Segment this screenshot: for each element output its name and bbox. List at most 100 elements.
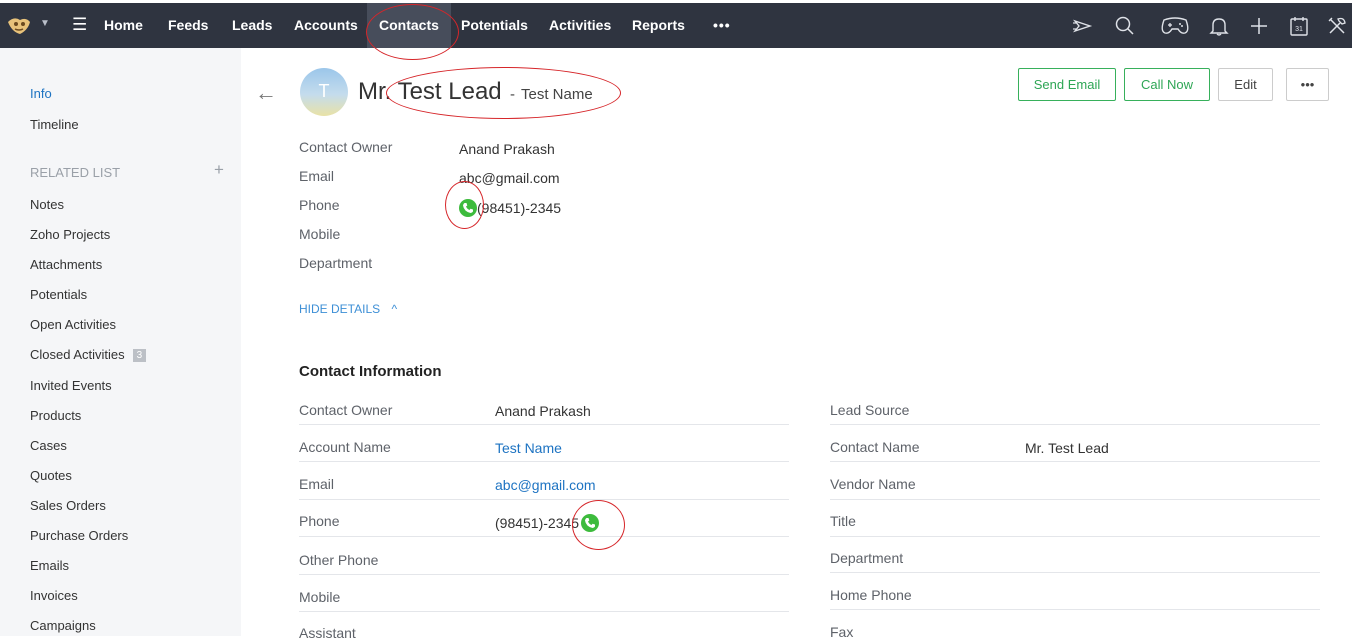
summary-label-contact-owner: Contact Owner <box>299 139 393 155</box>
record-account: - Test Name <box>510 86 593 103</box>
row-divider <box>299 499 789 500</box>
info-value-contact-name: Mr. Test Lead <box>1025 440 1109 456</box>
info-label-title: Title <box>830 513 856 529</box>
summary-label-mobile: Mobile <box>299 226 341 242</box>
chevron-down-icon[interactable]: ▼ <box>40 18 50 29</box>
sidebar-item-timeline[interactable]: Timeline <box>30 117 79 132</box>
row-divider <box>830 424 1320 425</box>
info-label-other-phone: Other Phone <box>299 552 379 568</box>
sidebar-item-emails[interactable]: Emails <box>30 558 69 573</box>
separator: - <box>510 86 515 103</box>
info-label-department: Department <box>830 550 904 566</box>
nav-more-button[interactable]: ••• <box>713 3 731 48</box>
nav-tab-potentials[interactable]: Potentials <box>461 3 528 48</box>
sidebar-item-label: Closed Activities <box>30 347 125 362</box>
sidebar-item-invoices[interactable]: Invoices <box>30 588 78 603</box>
row-divider <box>830 609 1320 610</box>
row-divider <box>299 461 789 462</box>
nav-tab-home[interactable]: Home <box>104 3 143 48</box>
sidebar-item-quotes[interactable]: Quotes <box>30 468 72 483</box>
row-divider <box>299 574 789 575</box>
feedback-icon[interactable] <box>1072 15 1094 37</box>
nav-tab-contacts[interactable]: Contacts <box>367 3 451 48</box>
info-label-lead-source: Lead Source <box>830 402 910 418</box>
phone-call-icon[interactable] <box>459 199 477 217</box>
info-label-home-phone: Home Phone <box>830 587 912 603</box>
chevron-up-icon: ^ <box>391 302 398 316</box>
contact-information-title: Contact Information <box>299 363 442 380</box>
calendar-day: 31 <box>1295 26 1303 33</box>
count-badge: 3 <box>132 349 147 362</box>
tools-icon[interactable] <box>1326 15 1348 37</box>
summary-value-phone: (98451)-2345 <box>459 199 561 217</box>
bell-icon[interactable] <box>1208 15 1230 37</box>
menu-icon[interactable]: ☰ <box>72 15 87 35</box>
info-label-phone: Phone <box>299 513 340 529</box>
info-label-vendor-name: Vendor Name <box>830 476 916 492</box>
sidebar-item-invited-events[interactable]: Invited Events <box>30 378 112 393</box>
row-divider <box>830 499 1320 500</box>
info-label-mobile: Mobile <box>299 589 341 605</box>
nav-tab-activities[interactable]: Activities <box>549 3 611 48</box>
gamepad-icon[interactable] <box>1159 15 1191 37</box>
sidebar-item-cases[interactable]: Cases <box>30 438 67 453</box>
record-name: Mr. Test Lead <box>358 78 502 105</box>
calendar-icon[interactable]: 31 <box>1288 15 1310 37</box>
info-label-account-name: Account Name <box>299 439 391 455</box>
nav-tab-leads[interactable]: Leads <box>232 3 272 48</box>
summary-label-phone: Phone <box>299 197 340 213</box>
send-email-button[interactable]: Send Email <box>1018 68 1116 101</box>
sidebar-item-potentials[interactable]: Potentials <box>30 287 87 302</box>
hide-details-link[interactable]: HIDE DETAILS ^ <box>299 302 397 316</box>
nav-tab-accounts[interactable]: Accounts <box>294 3 358 48</box>
sidebar-item-open-activities[interactable]: Open Activities <box>30 317 116 332</box>
info-label-contact-name: Contact Name <box>830 439 920 455</box>
summary-value-email[interactable]: abc@gmail.com <box>459 170 560 186</box>
info-value-contact-owner: Anand Prakash <box>495 403 591 419</box>
avatar-letter: T <box>318 81 330 101</box>
row-divider <box>299 424 789 425</box>
edit-button[interactable]: Edit <box>1218 68 1273 101</box>
sidebar-item-products[interactable]: Products <box>30 408 81 423</box>
sidebar-item-info[interactable]: Info <box>30 86 52 101</box>
sidebar-item-campaigns[interactable]: Campaigns <box>30 618 96 633</box>
search-icon[interactable] <box>1114 15 1136 37</box>
info-label-contact-owner: Contact Owner <box>299 402 393 418</box>
row-divider <box>299 611 789 612</box>
hide-details-label: HIDE DETAILS <box>299 302 381 316</box>
avatar[interactable]: T <box>300 68 348 116</box>
row-divider <box>299 536 789 537</box>
row-divider <box>830 572 1320 573</box>
summary-value-contact-owner: Anand Prakash <box>459 141 555 157</box>
info-value-phone: (98451)-2345 <box>495 514 600 532</box>
call-now-button[interactable]: Call Now <box>1124 68 1210 101</box>
phone-call-icon[interactable] <box>581 514 600 532</box>
sidebar-item-closed-activities[interactable]: Closed Activities 3 <box>30 347 147 362</box>
nav-tab-feeds[interactable]: Feeds <box>168 3 208 48</box>
sidebar-item-notes[interactable]: Notes <box>30 197 64 212</box>
info-label-fax: Fax <box>830 624 854 640</box>
info-value-email[interactable]: abc@gmail.com <box>495 477 596 493</box>
add-related-list-icon[interactable]: + <box>214 160 224 180</box>
info-value-account-name[interactable]: Test Name <box>495 440 562 456</box>
row-divider <box>830 536 1320 537</box>
row-divider <box>830 461 1320 462</box>
sidebar: Info Timeline RELATED LIST + Notes Zoho … <box>0 48 241 636</box>
top-navigation-bar: ▼ ☰ Home Feeds Leads Accounts Contacts P… <box>0 3 1352 48</box>
summary-label-email: Email <box>299 168 335 184</box>
phone-number[interactable]: (98451)-2345 <box>495 515 579 531</box>
more-actions-button[interactable]: ••• <box>1286 68 1329 101</box>
nav-tab-reports[interactable]: Reports <box>632 3 685 48</box>
summary-label-department: Department <box>299 255 373 271</box>
zoho-logo-icon[interactable] <box>6 16 32 36</box>
back-arrow-icon[interactable]: ← <box>255 80 277 106</box>
account-name-link[interactable]: Test Name <box>521 86 593 103</box>
info-label-assistant: Assistant <box>299 625 356 641</box>
sidebar-item-attachments[interactable]: Attachments <box>30 257 102 272</box>
sidebar-item-sales-orders[interactable]: Sales Orders <box>30 498 106 513</box>
sidebar-item-purchase-orders[interactable]: Purchase Orders <box>30 528 128 543</box>
info-label-email: Email <box>299 476 335 492</box>
plus-icon[interactable] <box>1248 15 1270 37</box>
sidebar-item-zoho-projects[interactable]: Zoho Projects <box>30 227 110 242</box>
phone-number[interactable]: (98451)-2345 <box>477 200 561 216</box>
